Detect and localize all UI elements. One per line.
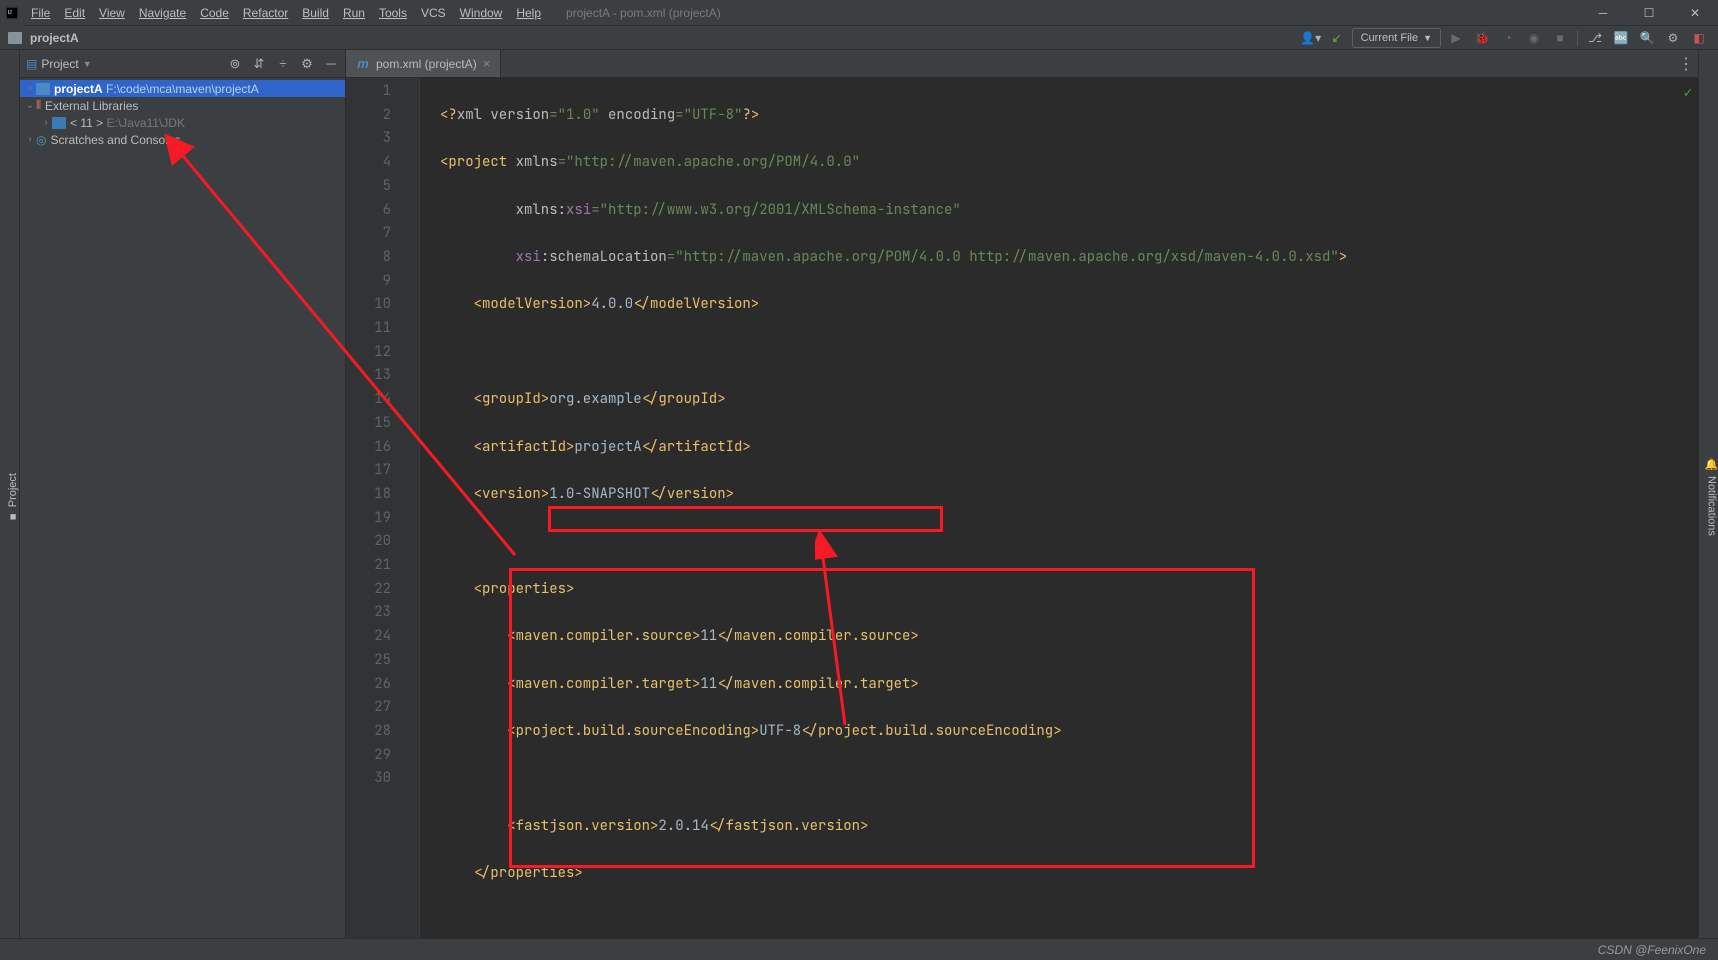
settings-icon[interactable]: ⚙ xyxy=(1662,28,1684,48)
right-tool-strip: 🔔 Notifications aiXcoder 🗄 Database jcla… xyxy=(1698,50,1718,938)
menu-code[interactable]: Code xyxy=(193,0,236,26)
menu-window[interactable]: Window xyxy=(453,0,510,26)
build-icon[interactable]: ↙ xyxy=(1326,28,1348,48)
search-icon[interactable]: 🔍 xyxy=(1636,28,1658,48)
git-branch-icon[interactable]: ⎇ xyxy=(1584,28,1606,48)
menu-file[interactable]: File xyxy=(24,0,57,26)
project-panel-header: ▤ Project ▼ ⊚ ⇵ ÷ ⚙ ─ xyxy=(20,50,345,78)
hide-panel-icon[interactable]: ─ xyxy=(323,56,339,72)
code-editor[interactable]: ✓ 12345678910111213141516171819202122232… xyxy=(346,78,1698,938)
menu-vcs[interactable]: VCS xyxy=(414,0,453,26)
menu-refactor[interactable]: Refactor xyxy=(236,0,295,26)
tool-notifications[interactable]: 🔔 Notifications xyxy=(1705,454,1718,539)
close-button[interactable]: ✕ xyxy=(1672,0,1718,26)
run-button[interactable]: ▶ xyxy=(1445,28,1467,48)
editor-tabs-more-icon[interactable]: ⋮ xyxy=(1674,50,1698,77)
menu-view[interactable]: View xyxy=(92,0,132,26)
stop-button[interactable]: ■ xyxy=(1549,28,1571,48)
folder-icon xyxy=(8,32,22,44)
status-bar: CSDN @FeenixOne xyxy=(0,938,1718,960)
tree-scratches[interactable]: › ◎ Scratches and Consoles xyxy=(20,131,345,148)
tool-project-tab[interactable]: ■ Project xyxy=(7,467,19,528)
menu-tools[interactable]: Tools xyxy=(372,0,414,26)
tree-root[interactable]: › projectA F:\code\mca\maven\projectA xyxy=(20,80,345,97)
left-tool-strip: ■ Project xyxy=(0,50,20,938)
close-tab-icon[interactable]: × xyxy=(483,56,491,71)
translate-icon[interactable]: 🔤 xyxy=(1610,28,1632,48)
sidebar-toggle-icon[interactable]: ◧ xyxy=(1688,28,1710,48)
run-config-selector[interactable]: Current File▼ xyxy=(1352,28,1441,48)
expand-all-icon[interactable]: ⇵ xyxy=(251,56,267,72)
minimize-button[interactable]: ─ xyxy=(1580,0,1626,26)
breadcrumb-project[interactable]: projectA xyxy=(30,31,79,45)
locate-icon[interactable]: ⊚ xyxy=(227,56,243,72)
window-title: projectA - pom.xml (projectA) xyxy=(566,6,721,20)
maven-file-icon: m xyxy=(356,57,370,71)
profile-button[interactable]: ◉ xyxy=(1523,28,1545,48)
project-tree[interactable]: › projectA F:\code\mca\maven\projectA ⌄ … xyxy=(20,78,345,150)
tree-jdk[interactable]: › < 11 > E:\Java11\JDK xyxy=(20,114,345,131)
menu-help[interactable]: Help xyxy=(509,0,548,26)
user-icon[interactable]: 👤▾ xyxy=(1300,28,1322,48)
menu-navigate[interactable]: Navigate xyxy=(132,0,193,26)
app-logo-icon: IJ xyxy=(0,0,24,26)
editor-area: m pom.xml (projectA) × ⋮ ✓ 1234567891011… xyxy=(346,50,1698,938)
collapse-all-icon[interactable]: ÷ xyxy=(275,56,291,72)
tree-external-libs[interactable]: ⌄ ⫴ External Libraries xyxy=(20,97,345,114)
editor-tab-pom[interactable]: m pom.xml (projectA) × xyxy=(346,50,501,77)
debug-button[interactable]: 🐞 xyxy=(1471,28,1493,48)
svg-text:IJ: IJ xyxy=(8,9,12,15)
code-text[interactable]: <?xml version="1.0" encoding="UTF-8"?> <… xyxy=(420,78,1698,938)
watermark: CSDN @FeenixOne xyxy=(1598,943,1706,957)
menu-edit[interactable]: Edit xyxy=(57,0,92,26)
menu-build[interactable]: Build xyxy=(295,0,336,26)
line-gutter: 1234567891011121314151617181920212223242… xyxy=(346,78,406,938)
coverage-button[interactable]: ◔ xyxy=(1497,28,1519,48)
editor-tabs: m pom.xml (projectA) × ⋮ xyxy=(346,50,1698,78)
module-icon xyxy=(36,83,50,95)
project-view-selector[interactable]: ▤ Project ▼ xyxy=(26,57,92,71)
breadcrumb-bar: projectA 👤▾ ↙ Current File▼ ▶ 🐞 ◔ ◉ ■ ⎇ … xyxy=(0,26,1718,50)
options-icon[interactable]: ⚙ xyxy=(299,56,315,72)
library-icon xyxy=(52,117,66,129)
main-menu: IJ File Edit View Navigate Code Refactor… xyxy=(0,0,1718,26)
project-panel: ▤ Project ▼ ⊚ ⇵ ÷ ⚙ ─ › projectA F:\code… xyxy=(20,50,346,938)
maximize-button[interactable]: ☐ xyxy=(1626,0,1672,26)
fold-column[interactable] xyxy=(406,78,420,938)
menu-run[interactable]: Run xyxy=(336,0,372,26)
